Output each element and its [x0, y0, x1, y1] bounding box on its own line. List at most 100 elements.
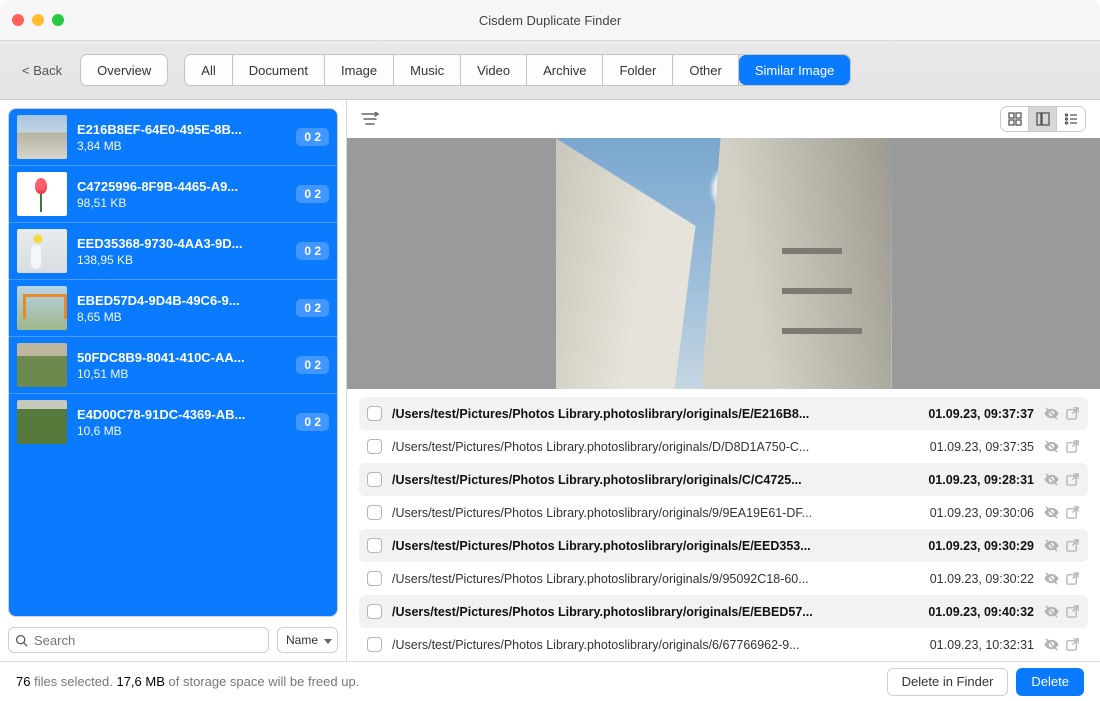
overview-segment: Overview: [80, 54, 168, 86]
footer-files-count: 76: [16, 674, 30, 689]
main-toolbar: [347, 100, 1100, 138]
delete-in-finder-button[interactable]: Delete in Finder: [887, 668, 1009, 696]
eye-slash-icon[interactable]: [1044, 505, 1059, 520]
eye-slash-icon[interactable]: [1044, 538, 1059, 553]
tab-other[interactable]: Other: [673, 55, 739, 85]
tab-video[interactable]: Video: [461, 55, 527, 85]
group-item[interactable]: E216B8EF-64E0-495E-8B...3,84 MB0 2: [9, 109, 337, 166]
file-actions: [1044, 439, 1080, 454]
group-thumbnail: [17, 172, 67, 216]
tab-similar-image[interactable]: Similar Image: [739, 55, 850, 85]
footer-storage-count: 17,6 MB: [116, 674, 164, 689]
open-external-icon[interactable]: [1065, 505, 1080, 520]
eye-slash-icon[interactable]: [1044, 637, 1059, 652]
file-actions: [1044, 538, 1080, 553]
preview-pane: [347, 138, 1100, 389]
toolbar: < Back Overview AllDocumentImageMusicVid…: [0, 40, 1100, 100]
file-row[interactable]: /Users/test/Pictures/Photos Library.phot…: [359, 397, 1088, 430]
file-checkbox[interactable]: [367, 604, 382, 619]
group-text: E216B8EF-64E0-495E-8B...3,84 MB: [77, 122, 286, 153]
sidebar-bottom: Name: [8, 617, 338, 653]
group-title: EED35368-9730-4AA3-9D...: [77, 236, 286, 251]
traffic-lights: [12, 14, 64, 26]
group-item[interactable]: E4D00C78-91DC-4369-AB...10,6 MB0 2: [9, 394, 337, 450]
file-checkbox[interactable]: [367, 505, 382, 520]
group-thumbnail: [17, 286, 67, 330]
group-title: EBED57D4-9D4B-49C6-9...: [77, 293, 286, 308]
open-external-icon[interactable]: [1065, 538, 1080, 553]
group-title: C4725996-8F9B-4465-A9...: [77, 179, 286, 194]
main-panel: /Users/test/Pictures/Photos Library.phot…: [346, 100, 1100, 661]
tab-all[interactable]: All: [185, 55, 232, 85]
file-actions: [1044, 571, 1080, 586]
tab-music[interactable]: Music: [394, 55, 461, 85]
group-text: EED35368-9730-4AA3-9D...138,95 KB: [77, 236, 286, 267]
group-list: E216B8EF-64E0-495E-8B...3,84 MB0 2C47259…: [8, 108, 338, 617]
group-item[interactable]: EBED57D4-9D4B-49C6-9...8,65 MB0 2: [9, 280, 337, 337]
file-actions: [1044, 472, 1080, 487]
tab-folder[interactable]: Folder: [603, 55, 673, 85]
file-checkbox[interactable]: [367, 571, 382, 586]
open-external-icon[interactable]: [1065, 439, 1080, 454]
open-external-icon[interactable]: [1065, 472, 1080, 487]
open-external-icon[interactable]: [1065, 604, 1080, 619]
file-checkbox[interactable]: [367, 538, 382, 553]
eye-slash-icon[interactable]: [1044, 604, 1059, 619]
file-actions: [1044, 505, 1080, 520]
minimize-window-icon[interactable]: [32, 14, 44, 26]
eye-slash-icon[interactable]: [1044, 571, 1059, 586]
view-columns-button[interactable]: [1029, 107, 1057, 131]
group-thumbnail: [17, 343, 67, 387]
overview-button[interactable]: Overview: [81, 55, 167, 85]
search-input[interactable]: [28, 633, 262, 648]
open-external-icon[interactable]: [1065, 637, 1080, 652]
tab-image[interactable]: Image: [325, 55, 394, 85]
file-row[interactable]: /Users/test/Pictures/Photos Library.phot…: [359, 595, 1088, 628]
view-grid-button[interactable]: [1001, 107, 1029, 131]
group-size: 10,6 MB: [77, 424, 286, 438]
file-checkbox[interactable]: [367, 406, 382, 421]
file-path: /Users/test/Pictures/Photos Library.phot…: [392, 638, 884, 652]
search-field-wrap[interactable]: [8, 627, 269, 653]
back-button[interactable]: < Back: [20, 63, 64, 78]
delete-button[interactable]: Delete: [1016, 668, 1084, 696]
group-size: 98,51 KB: [77, 196, 286, 210]
open-external-icon[interactable]: [1065, 406, 1080, 421]
file-checkbox[interactable]: [367, 439, 382, 454]
file-row[interactable]: /Users/test/Pictures/Photos Library.phot…: [359, 463, 1088, 496]
footer: 76 files selected. 17,6 MB of storage sp…: [0, 661, 1100, 701]
close-window-icon[interactable]: [12, 14, 24, 26]
file-actions: [1044, 604, 1080, 619]
file-row[interactable]: /Users/test/Pictures/Photos Library.phot…: [359, 562, 1088, 595]
group-item[interactable]: 50FDC8B9-8041-410C-AA...10,51 MB0 2: [9, 337, 337, 394]
zoom-window-icon[interactable]: [52, 14, 64, 26]
file-date: 01.09.23, 09:37:37: [894, 407, 1034, 421]
group-title: E4D00C78-91DC-4369-AB...: [77, 407, 286, 422]
file-checkbox[interactable]: [367, 637, 382, 652]
file-checkbox[interactable]: [367, 472, 382, 487]
eye-slash-icon[interactable]: [1044, 439, 1059, 454]
group-size: 10,51 MB: [77, 367, 286, 381]
file-row[interactable]: /Users/test/Pictures/Photos Library.phot…: [359, 529, 1088, 562]
group-item[interactable]: C4725996-8F9B-4465-A9...98,51 KB0 2: [9, 166, 337, 223]
file-row[interactable]: /Users/test/Pictures/Photos Library.phot…: [359, 496, 1088, 529]
group-thumbnail: [17, 229, 67, 273]
eye-slash-icon[interactable]: [1044, 406, 1059, 421]
file-row[interactable]: /Users/test/Pictures/Photos Library.phot…: [359, 430, 1088, 463]
sort-select[interactable]: Name: [277, 627, 338, 653]
group-item[interactable]: EED35368-9730-4AA3-9D...138,95 KB0 2: [9, 223, 337, 280]
view-list-button[interactable]: [1057, 107, 1085, 131]
group-thumbnail: [17, 115, 67, 159]
group-size: 3,84 MB: [77, 139, 286, 153]
group-count-pill: 0 2: [296, 356, 329, 374]
file-date: 01.09.23, 10:32:31: [894, 638, 1034, 652]
filter-icon[interactable]: [361, 112, 379, 126]
tab-document[interactable]: Document: [233, 55, 325, 85]
open-external-icon[interactable]: [1065, 571, 1080, 586]
file-path: /Users/test/Pictures/Photos Library.phot…: [392, 605, 884, 619]
file-row[interactable]: /Users/test/Pictures/Photos Library.phot…: [359, 628, 1088, 661]
group-size: 8,65 MB: [77, 310, 286, 324]
tab-archive[interactable]: Archive: [527, 55, 603, 85]
eye-slash-icon[interactable]: [1044, 472, 1059, 487]
group-text: C4725996-8F9B-4465-A9... 98,51 KB: [77, 179, 286, 210]
